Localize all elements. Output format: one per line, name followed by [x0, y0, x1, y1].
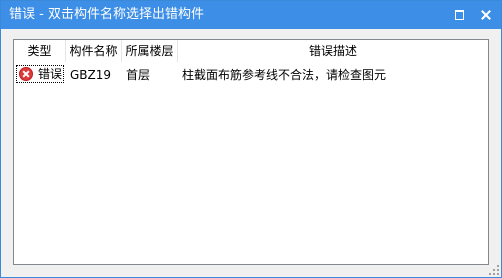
description-cell[interactable]: 柱截面布筋参考线不合法，请检查图元 — [182, 65, 386, 85]
column-header-description[interactable]: 错误描述 — [178, 40, 488, 62]
component-name-cell[interactable]: GBZ19 — [70, 65, 111, 85]
close-icon — [481, 10, 491, 20]
column-header-floor[interactable]: 所属楼层 — [122, 40, 178, 62]
close-button[interactable] — [475, 5, 497, 25]
type-label: 错误 — [38, 67, 63, 81]
title-bar[interactable]: 错误 - 双击构件名称选择出错构件 — [1, 1, 501, 29]
restore-icon — [454, 10, 464, 20]
list-header: 类型 构件名称 所属楼层 错误描述 — [14, 40, 488, 63]
column-header-name[interactable]: 构件名称 — [66, 40, 122, 62]
type-cell[interactable]: 错误 — [16, 65, 64, 83]
floor-cell[interactable]: 首层 — [126, 65, 150, 85]
restore-button[interactable] — [448, 5, 470, 25]
table-row[interactable]: 错误 GBZ19 首层 柱截面布筋参考线不合法，请检查图元 — [14, 65, 488, 85]
column-header-type[interactable]: 类型 — [14, 40, 66, 62]
window-title: 错误 - 双击构件名称选择出错构件 — [9, 7, 204, 22]
resize-grip[interactable] — [489, 265, 499, 275]
error-icon — [19, 67, 33, 81]
error-list[interactable]: 类型 构件名称 所属楼层 错误描述 错误 GBZ19 首层 柱截面布筋参考线不合… — [13, 39, 489, 265]
error-dialog: 错误 - 双击构件名称选择出错构件 类型 构件名称 所属楼层 错误描述 错误 G… — [0, 0, 502, 278]
